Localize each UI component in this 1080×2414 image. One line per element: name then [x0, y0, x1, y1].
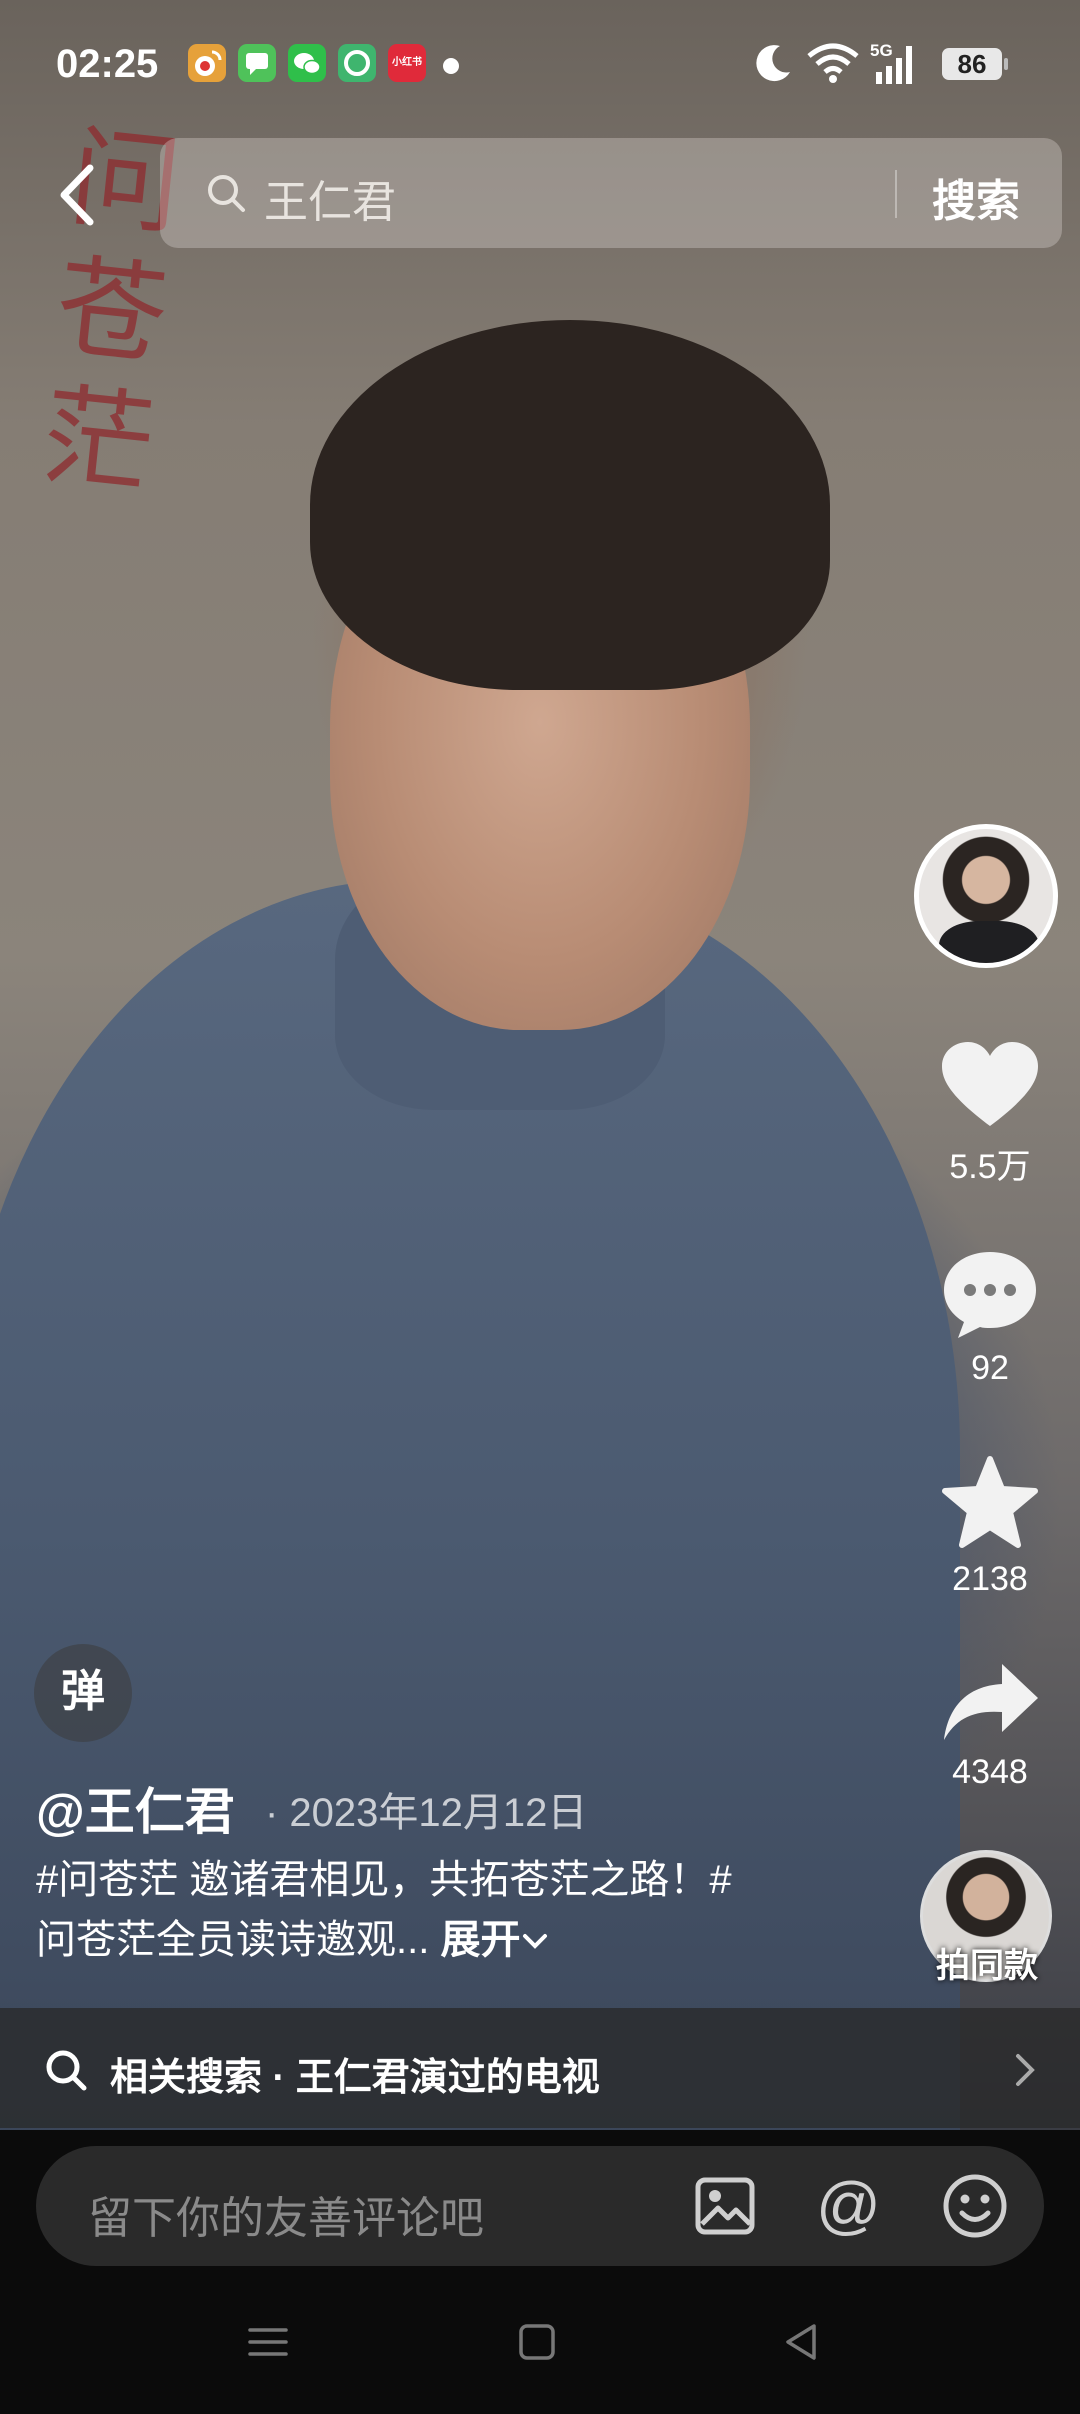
star-icon [942, 1456, 1038, 1548]
favorite-count: 2138 [952, 1560, 1028, 1598]
heart-icon [942, 1042, 1038, 1126]
home-nav-icon[interactable] [515, 2320, 559, 2364]
related-search-bar[interactable]: 相关搜索 · 王仁君演过的电视 [0, 2008, 1080, 2128]
app-icon [338, 44, 376, 82]
wechat-icon [288, 44, 326, 82]
caption-text: #问苍茫 邀诸君相见，共拓苍茫之路！#问苍茫全员读诗邀观... [36, 1858, 732, 1962]
share-arrow-icon [944, 1664, 1038, 1740]
comment-action[interactable]: 92 [920, 1248, 1060, 1388]
post-caption[interactable]: #问苍茫 邀诸君相见，共拓苍茫之路！#问苍茫全员读诗邀观... 展开 [36, 1850, 756, 1970]
messages-icon [238, 44, 276, 82]
back-arrow-icon[interactable] [52, 160, 102, 230]
like-count: 5.5万 [949, 1148, 1031, 1186]
network-label: 5G [870, 41, 893, 60]
wifi-icon [807, 43, 859, 83]
signal-icon: 5G [870, 41, 912, 84]
battery-indicator: 86 [942, 48, 1008, 80]
emoji-icon[interactable] [941, 2172, 1009, 2240]
search-icon [208, 175, 245, 212]
more-notifications-dot [443, 58, 459, 74]
search-input[interactable]: 王仁君 [264, 166, 396, 230]
same-style-label[interactable]: 拍同款 [912, 1938, 1062, 1987]
comment-input[interactable]: 留下你的友善评论吧 @ [36, 2146, 1044, 2266]
search-icon [46, 2050, 87, 2091]
chevron-right-icon [1016, 2054, 1035, 2086]
chevron-down-icon [523, 1934, 548, 1949]
mention-icon[interactable]: @ [816, 2168, 881, 2242]
search-bar[interactable]: 王仁君 搜索 [160, 138, 1062, 248]
back-nav-icon[interactable] [780, 2320, 824, 2364]
share-action[interactable]: 4348 [920, 1660, 1060, 1792]
search-divider [895, 170, 897, 218]
like-action[interactable]: 5.5万 [920, 1040, 1060, 1188]
expand-button[interactable]: 展开 [440, 1918, 550, 1962]
avatar-suit [939, 921, 1039, 963]
related-search-label: 相关搜索 · 王仁君演过的电视 [110, 2057, 600, 2099]
moon-icon [756, 45, 790, 82]
comment-bubble-icon [944, 1252, 1036, 1338]
favorite-action[interactable]: 2138 [920, 1455, 1060, 1599]
comment-placeholder: 留下你的友善评论吧 [88, 2194, 484, 2243]
status-bar: 02:25 小红书 5G 86 [0, 30, 1080, 100]
comment-count: 92 [971, 1349, 1009, 1387]
share-count: 4348 [952, 1753, 1028, 1791]
status-time: 02:25 [56, 42, 159, 86]
image-picker-icon[interactable] [694, 2176, 756, 2236]
expand-label: 展开 [440, 1918, 521, 1962]
search-button[interactable]: 搜索 [932, 165, 1020, 229]
author-avatar[interactable] [914, 824, 1058, 968]
weibo-icon [188, 44, 226, 82]
author-name[interactable]: @王仁君 [36, 1772, 235, 1844]
system-navigation-bar [0, 2290, 1080, 2400]
video-figure-hair [310, 320, 830, 690]
xiaohongshu-icon: 小红书 [388, 44, 426, 82]
menu-nav-icon[interactable] [246, 2320, 290, 2364]
danmaku-toggle-button[interactable]: 弹 [34, 1644, 132, 1742]
post-date: · 2023年12月12日 [265, 1791, 588, 1835]
